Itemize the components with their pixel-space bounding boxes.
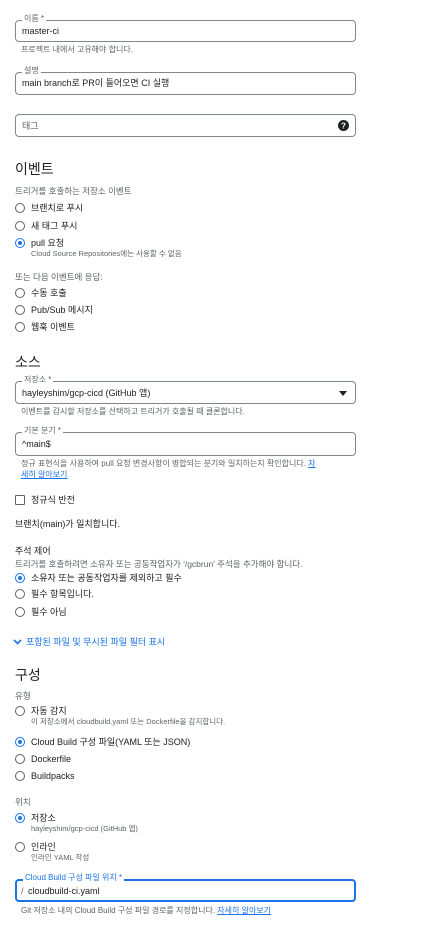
radio-buildpacks[interactable]: Buildpacks bbox=[15, 770, 75, 782]
radio-button-selected[interactable] bbox=[15, 573, 25, 583]
config-file-location-value[interactable]: cloudbuild-ci.yaml bbox=[28, 885, 100, 897]
description-field-label: 설명 bbox=[22, 66, 41, 76]
radio-label: 수동 호출 bbox=[31, 288, 67, 298]
radio-pull-request[interactable]: pull 요청 Cloud Source Repositories에는 사용할 … bbox=[15, 237, 182, 259]
radio-label: Cloud Build 구성 파일(YAML 또는 JSON) bbox=[31, 737, 191, 747]
radio-button[interactable] bbox=[15, 842, 25, 852]
radio-location-inline[interactable]: 인라인 인라인 YAML 작성 bbox=[15, 841, 89, 863]
radio-label: Buildpacks bbox=[31, 771, 75, 781]
radio-description: Cloud Source Repositories에는 사용할 수 없음 bbox=[31, 249, 182, 258]
help-circle-icon[interactable]: ? bbox=[338, 120, 349, 131]
radio-push-tag[interactable]: 새 태그 푸시 bbox=[15, 220, 77, 232]
chevron-down-icon bbox=[13, 639, 22, 645]
radio-manual-invocation[interactable]: 수동 호출 bbox=[15, 287, 67, 299]
radio-push-branch[interactable]: 브랜치로 푸시 bbox=[15, 202, 83, 214]
base-branch-hint-text: 정규 표현식을 사용하여 pull 요청 변경사항이 병합되는 분기와 일치하는… bbox=[21, 459, 306, 468]
radio-autodetect[interactable]: 자동 감지 이 저장소에서 cloudbuild.yaml 또는 Dockerf… bbox=[15, 705, 225, 727]
radio-button[interactable] bbox=[15, 322, 25, 332]
learn-more-link-part1[interactable]: 자 bbox=[308, 459, 315, 468]
svg-text:?: ? bbox=[341, 121, 346, 130]
invert-regex-checkbox[interactable]: 정규식 반전 bbox=[15, 494, 75, 506]
radio-not-required[interactable]: 필수 아님 bbox=[15, 606, 67, 618]
radio-label: 소유자 또는 공동작업자를 제외하고 필수 bbox=[31, 573, 182, 583]
radio-button[interactable] bbox=[15, 589, 25, 599]
name-field-value[interactable]: master-ci bbox=[22, 25, 59, 37]
radio-button[interactable] bbox=[15, 771, 25, 781]
radio-label: 자동 감지 bbox=[31, 706, 67, 716]
radio-description: 이 저장소에서 cloudbuild.yaml 또는 Dockerfile을 감… bbox=[31, 717, 226, 726]
radio-button[interactable] bbox=[15, 754, 25, 764]
radio-label: 필수 아님 bbox=[31, 607, 67, 617]
radio-webhook-event[interactable]: 웹훅 이벤트 bbox=[15, 321, 75, 333]
base-branch-label: 기본 분기 * bbox=[22, 426, 63, 436]
radio-label: 필수 항목입니다. bbox=[31, 589, 94, 599]
radio-button-selected[interactable] bbox=[15, 238, 25, 248]
radio-button-selected[interactable] bbox=[15, 737, 25, 747]
radio-location-repository[interactable]: 저장소 hayleyshim/gcp-cicd (GitHub 앱) bbox=[15, 812, 138, 834]
base-branch-hint: 정규 표현식을 사용하여 pull 요청 변경사항이 병합되는 분기와 일치하는… bbox=[21, 459, 341, 469]
radio-cloudbuild-config[interactable]: Cloud Build 구성 파일(YAML 또는 JSON) bbox=[15, 736, 190, 748]
repository-select-label: 저장소 * bbox=[22, 375, 54, 385]
radio-label: Dockerfile bbox=[31, 754, 72, 764]
radio-button[interactable] bbox=[15, 607, 25, 617]
base-branch-field[interactable]: 기본 분기 * ^main$ bbox=[15, 426, 356, 456]
radio-button-selected[interactable] bbox=[15, 813, 25, 823]
tags-field-label: 태그 bbox=[22, 121, 39, 131]
filter-toggle-button[interactable]: 포함된 파일 및 무시된 파일 필터 표시 bbox=[13, 636, 165, 648]
radio-description: 인라인 YAML 작성 bbox=[31, 853, 90, 862]
config-section-title: 구성 bbox=[15, 667, 41, 683]
source-section-title: 소스 bbox=[15, 354, 41, 370]
config-file-location-field[interactable]: Cloud Build 구성 파일 위치 * / cloudbuild-ci.y… bbox=[15, 873, 356, 902]
repository-hint: 이벤트를 감시할 저장소를 선택하고 트리거가 호출될 때 클론합니다. bbox=[21, 407, 245, 416]
config-file-location-label: Cloud Build 구성 파일 위치 * bbox=[23, 873, 125, 883]
repository-select-value[interactable]: hayleyshim/gcp-cicd (GitHub 앱) bbox=[22, 387, 150, 399]
learn-more-link[interactable]: 세히 알아보기 bbox=[21, 470, 67, 479]
radio-description: hayleyshim/gcp-cicd (GitHub 앱) bbox=[31, 824, 138, 833]
filter-toggle-label[interactable]: 포함된 파일 및 무시된 파일 필터 표시 bbox=[26, 636, 165, 648]
radio-dockerfile[interactable]: Dockerfile bbox=[15, 753, 71, 765]
radio-label: 새 태그 푸시 bbox=[31, 221, 78, 231]
repo-event-label: 트리거를 호출하는 저장소 이벤트 bbox=[15, 186, 132, 196]
learn-more-link[interactable]: 자세히 알아보기 bbox=[217, 906, 271, 915]
radio-label: 인라인 bbox=[31, 842, 56, 852]
comment-control-title: 주석 제어 bbox=[15, 546, 51, 556]
path-prefix: / bbox=[21, 886, 24, 896]
location-label: 위치 bbox=[15, 797, 31, 807]
checkbox[interactable] bbox=[15, 495, 25, 505]
repository-select[interactable]: 저장소 * hayleyshim/gcp-cicd (GitHub 앱) bbox=[15, 375, 356, 404]
radio-required-except-owners[interactable]: 소유자 또는 공동작업자를 제외하고 필수 bbox=[15, 572, 182, 584]
name-hint: 프로젝트 내에서 고유해야 합니다. bbox=[21, 45, 133, 54]
radio-button[interactable] bbox=[15, 706, 25, 716]
radio-label: 브랜치로 푸시 bbox=[31, 203, 84, 213]
tags-field[interactable]: 태그 ? bbox=[15, 114, 356, 137]
radio-label: 저장소 bbox=[31, 813, 56, 823]
base-branch-hint-line2: 세히 알아보기 bbox=[21, 470, 67, 480]
radio-button[interactable] bbox=[15, 305, 25, 315]
base-branch-value[interactable]: ^main$ bbox=[22, 438, 51, 450]
name-field[interactable]: 이름 * master-ci bbox=[15, 14, 356, 42]
description-field-value[interactable]: main branch로 PR이 들어오면 CI 실행 bbox=[22, 77, 169, 89]
config-file-hint-text: Git 저장소 내의 Cloud Build 구성 파일 경로를 지정합니다. bbox=[21, 906, 216, 915]
comment-control-hint: 트리거를 호출하려면 소유자 또는 공동작업자가 '/gcbrun' 주석을 추… bbox=[15, 559, 303, 569]
radio-label: 웹훅 이벤트 bbox=[31, 322, 75, 332]
radio-label: Pub/Sub 메시지 bbox=[31, 305, 93, 315]
radio-button[interactable] bbox=[15, 288, 25, 298]
radio-required[interactable]: 필수 항목입니다. bbox=[15, 588, 94, 600]
event-section-title: 이벤트 bbox=[15, 161, 54, 177]
radio-button[interactable] bbox=[15, 221, 25, 231]
radio-label: pull 요청 bbox=[31, 238, 65, 248]
name-field-label: 이름 * bbox=[22, 14, 47, 24]
arrow-drop-down-icon[interactable] bbox=[339, 391, 347, 396]
other-event-label: 또는 다음 이벤트에 응답: bbox=[15, 272, 103, 282]
config-type-label: 유형 bbox=[15, 691, 31, 701]
radio-button[interactable] bbox=[15, 203, 25, 213]
radio-pubsub-message[interactable]: Pub/Sub 메시지 bbox=[15, 304, 93, 316]
branch-match-text: 브랜치(main)가 일치합니다. bbox=[15, 519, 121, 529]
config-file-hint: Git 저장소 내의 Cloud Build 구성 파일 경로를 지정합니다. … bbox=[21, 906, 271, 916]
checkbox-label: 정규식 반전 bbox=[31, 495, 75, 505]
description-field[interactable]: 설명 main branch로 PR이 들어오면 CI 실행 bbox=[15, 66, 356, 95]
